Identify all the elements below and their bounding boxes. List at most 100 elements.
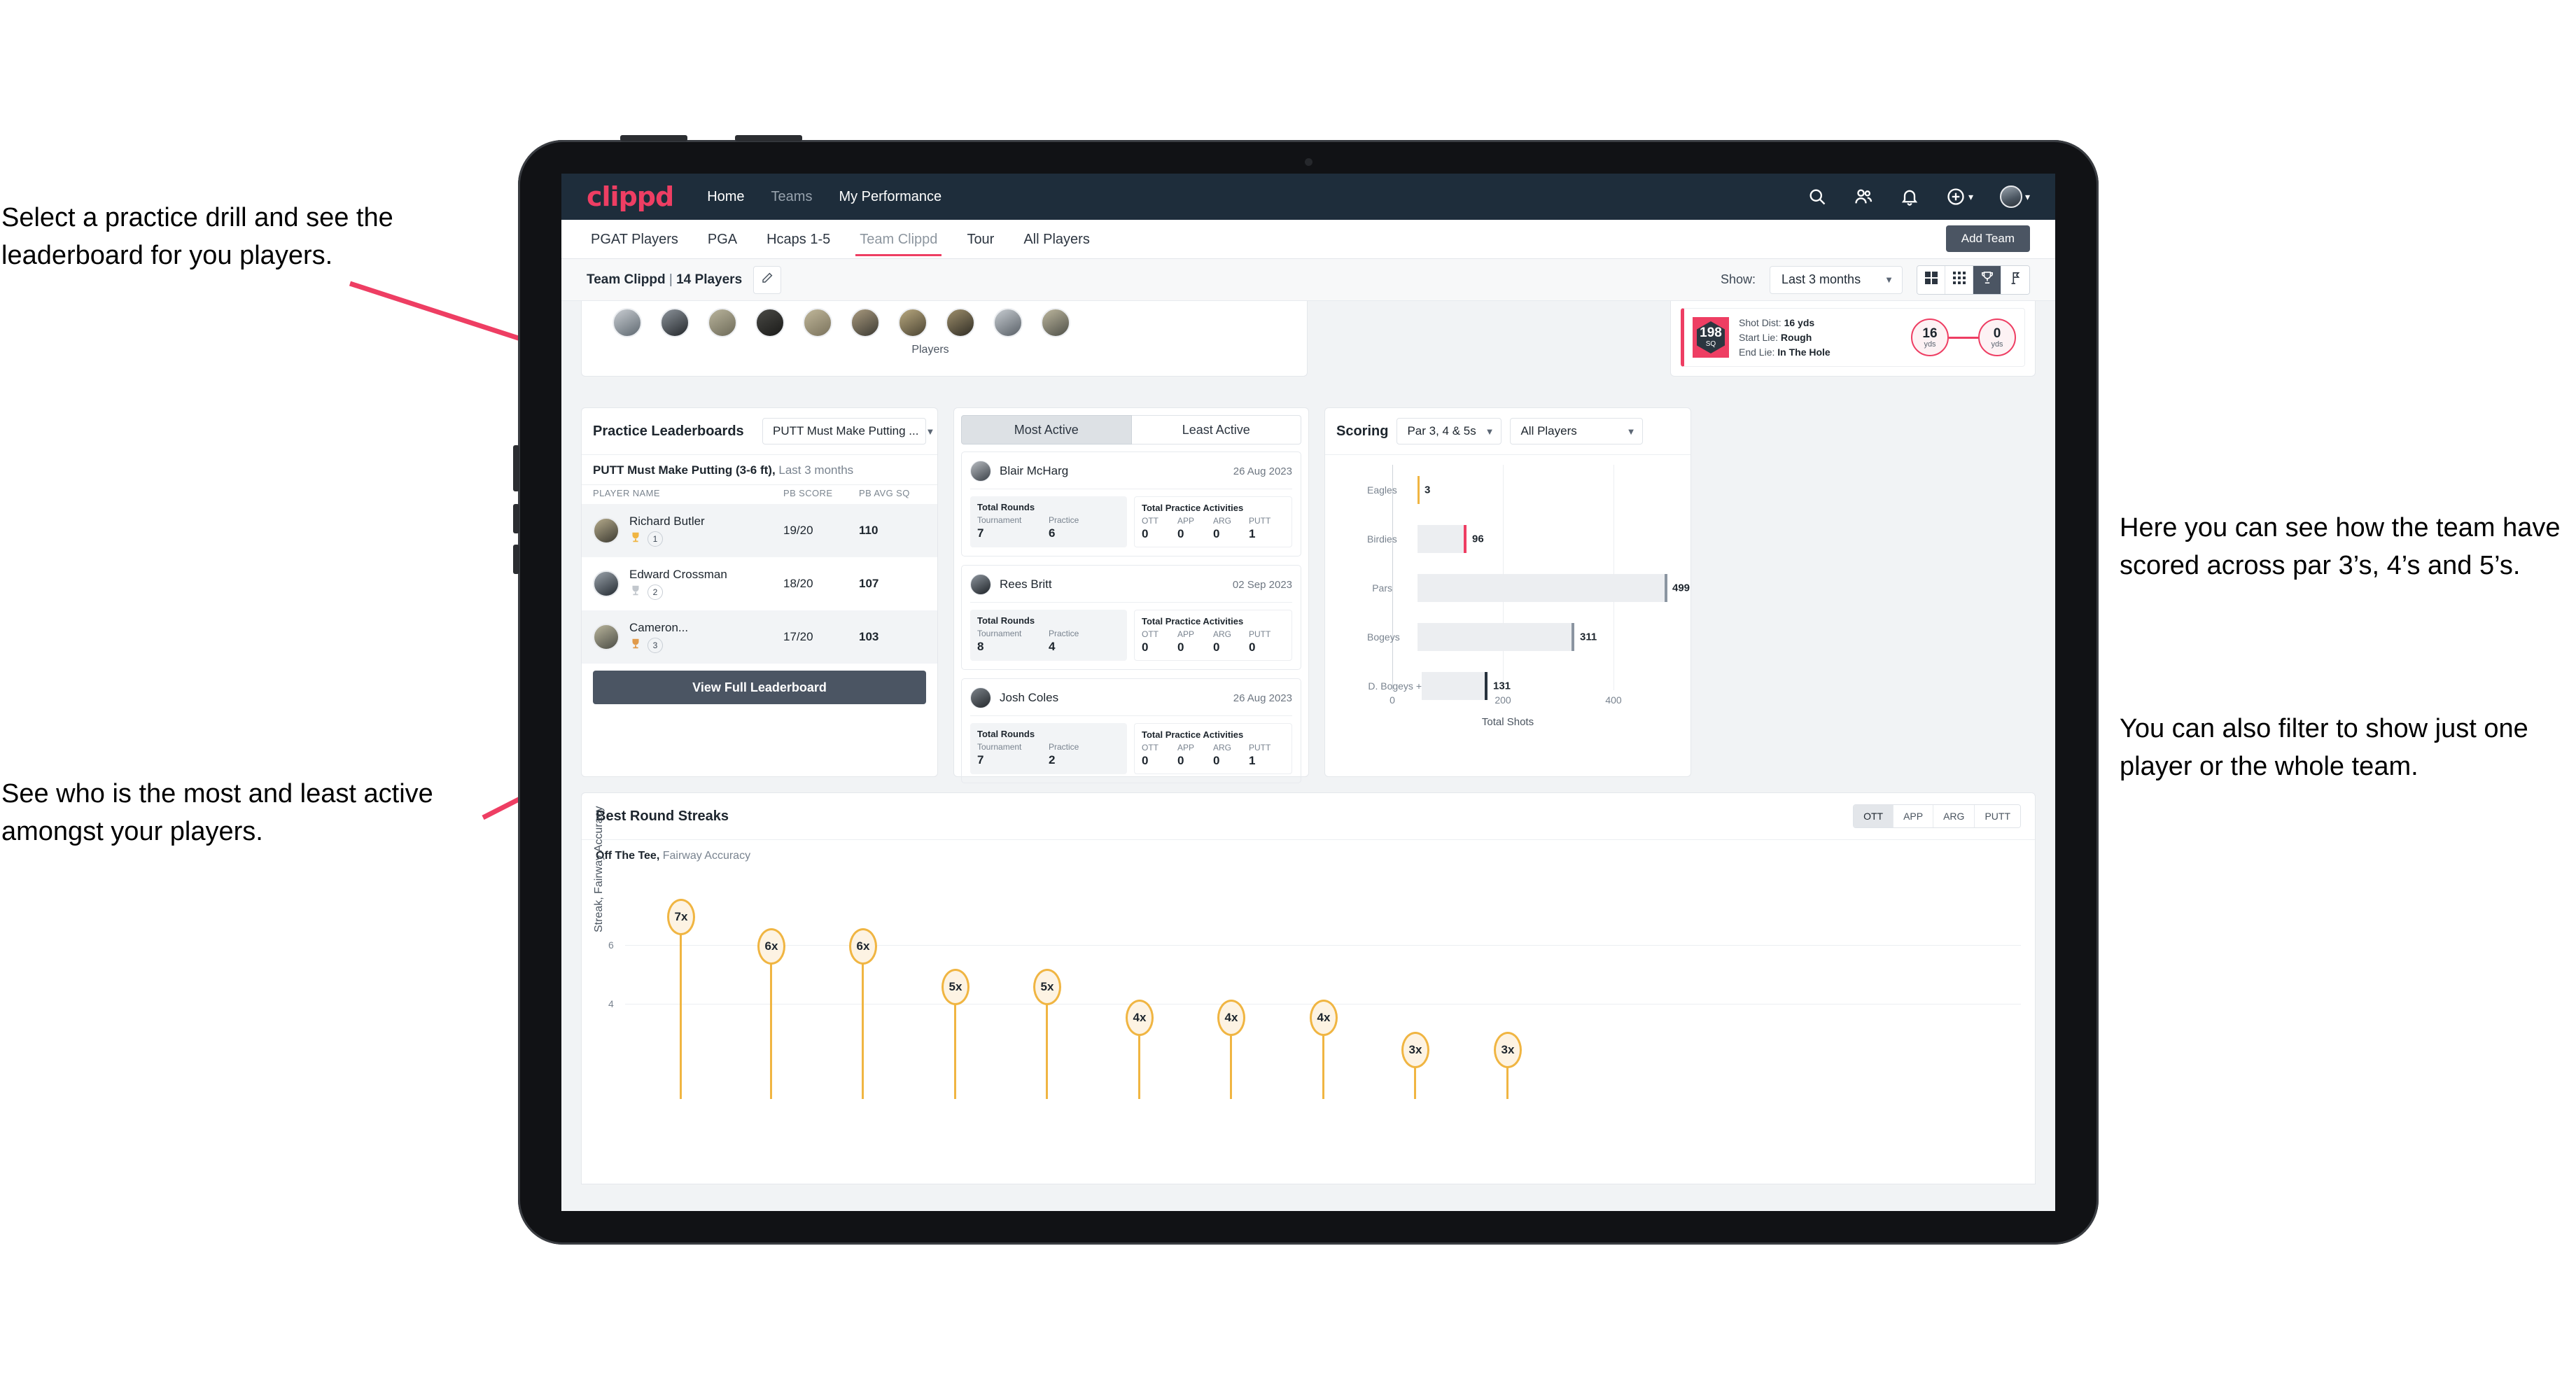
player-name: Rees Britt bbox=[1000, 578, 1052, 591]
bar-value: 311 bbox=[1580, 631, 1597, 643]
view-full-leaderboard-button[interactable]: View Full Leaderboard bbox=[593, 671, 926, 704]
tab-most-active[interactable]: Most Active bbox=[961, 415, 1132, 444]
pb-score-value: 17/20 bbox=[783, 630, 813, 643]
player-avatar[interactable] bbox=[993, 308, 1023, 337]
shot-detail-inner: 198 SQ Shot Dist: 16 yds Start Lie: Roug… bbox=[1681, 308, 2025, 367]
tab-team-clippd[interactable]: Team Clippd bbox=[855, 222, 942, 256]
tab-pgat-players[interactable]: PGAT Players bbox=[587, 222, 682, 256]
shot-dist-line: Shot Dist: 16 yds bbox=[1739, 316, 1830, 330]
bar-fill bbox=[1418, 623, 1573, 651]
streak-bubble[interactable]: 7x bbox=[667, 899, 695, 935]
bar-fill bbox=[1418, 574, 1666, 602]
tab-least-active[interactable]: Least Active bbox=[1131, 415, 1301, 444]
streak-bubble[interactable]: 5x bbox=[1033, 969, 1061, 1005]
player-avatar[interactable] bbox=[708, 308, 737, 337]
chevron-down-icon: ▾ bbox=[2024, 190, 2030, 202]
player-filter-value: All Players bbox=[1520, 424, 1577, 438]
streak-bubble[interactable]: 4x bbox=[1310, 1000, 1338, 1036]
activity-card[interactable]: Blair McHarg 26 Aug 2023 Total Rounds To… bbox=[961, 451, 1301, 556]
nav-link-home[interactable]: Home bbox=[707, 189, 744, 205]
tab-hcaps-1-5[interactable]: Hcaps 1-5 bbox=[762, 222, 834, 256]
shot-dist-label: Shot Dist: bbox=[1739, 316, 1782, 328]
shot-quality-unit: SQ bbox=[1705, 340, 1716, 348]
people-icon[interactable] bbox=[1854, 187, 1873, 206]
segment-arg[interactable]: ARG bbox=[1933, 805, 1975, 827]
bell-icon[interactable] bbox=[1900, 187, 1919, 206]
col-pb-avg-sq: PB AVG SQ bbox=[859, 488, 910, 498]
player-filter-select[interactable]: All Players ▼ bbox=[1510, 418, 1644, 444]
edit-team-button[interactable] bbox=[753, 265, 782, 294]
drill-select[interactable]: PUTT Must Make Putting ... ▼ bbox=[762, 418, 934, 444]
streak-bubble[interactable]: 3x bbox=[1401, 1032, 1429, 1068]
player-avatar[interactable] bbox=[850, 308, 880, 337]
tab-pga[interactable]: PGA bbox=[704, 222, 741, 256]
table-row[interactable]: Cameron... 3 17/20 103 bbox=[582, 610, 937, 664]
practice-value: 4 bbox=[1049, 640, 1056, 653]
par-filter-select[interactable]: Par 3, 4 & 5s ▼ bbox=[1396, 418, 1502, 444]
players-strip: Players bbox=[581, 301, 1308, 377]
shot-yardage-pair: 16 yds 0 yds bbox=[1911, 318, 2016, 356]
period-select[interactable]: Last 3 months ▼ bbox=[1770, 265, 1903, 294]
add-team-button[interactable]: Add Team bbox=[1945, 225, 2030, 252]
view-trophy-button[interactable] bbox=[1973, 265, 2001, 294]
player-name: Blair McHarg bbox=[1000, 464, 1069, 477]
avatar[interactable]: ▾ bbox=[1999, 186, 2030, 208]
team-tabs: PGAT Players PGA Hcaps 1-5 Team Clippd T… bbox=[561, 220, 2055, 259]
activity-card-header: Josh Coles 26 Aug 2023 bbox=[970, 687, 1292, 708]
activity-card-header: Rees Britt 02 Sep 2023 bbox=[970, 574, 1292, 595]
app-value: 0 bbox=[1177, 754, 1184, 767]
tab-all-players[interactable]: All Players bbox=[1019, 222, 1093, 256]
streak-bubble[interactable]: 5x bbox=[941, 969, 969, 1005]
search-icon[interactable] bbox=[1807, 187, 1827, 206]
practice-activities-table: OTT 0 APP 0 ARG bbox=[1142, 516, 1284, 541]
total-rounds-table: Tournament 8 Practice 4 bbox=[977, 629, 1120, 654]
app-stat: APP 0 bbox=[1177, 743, 1213, 768]
putt-value: 1 bbox=[1249, 754, 1256, 767]
clippd-logo[interactable]: clippd bbox=[587, 181, 674, 212]
view-grid-large-button[interactable] bbox=[1917, 265, 1945, 294]
player-avatar[interactable] bbox=[1041, 308, 1070, 337]
nav-link-teams[interactable]: Teams bbox=[771, 189, 813, 205]
practice-label: Practice bbox=[1049, 742, 1079, 752]
player-avatar[interactable] bbox=[755, 308, 785, 337]
total-rounds-table: Tournament 7 Practice 2 bbox=[977, 742, 1120, 767]
player-avatar[interactable] bbox=[612, 308, 642, 337]
avatar bbox=[970, 687, 991, 708]
bar-birdies: Birdies 96 bbox=[1367, 525, 1684, 553]
segment-app[interactable]: APP bbox=[1893, 805, 1934, 827]
practice-stat: Practice 2 bbox=[1049, 742, 1120, 767]
player-avatar[interactable] bbox=[660, 308, 690, 337]
segment-putt[interactable]: PUTT bbox=[1975, 805, 2020, 827]
streak-bubble[interactable]: 6x bbox=[757, 928, 785, 965]
table-row[interactable]: Richard Butler 1 19/20 110 bbox=[582, 504, 937, 557]
view-flag-button[interactable] bbox=[2001, 265, 2029, 294]
tablet-side-button-1 bbox=[513, 445, 519, 491]
ott-label: OTT bbox=[1142, 516, 1158, 526]
team-player-count: 14 Players bbox=[676, 272, 743, 287]
plus-circle-icon[interactable]: ▾ bbox=[1946, 187, 1973, 206]
segment-ott[interactable]: OTT bbox=[1854, 805, 1894, 827]
activity-card[interactable]: Josh Coles 26 Aug 2023 Total Rounds Tour… bbox=[961, 678, 1301, 783]
player-avatar[interactable] bbox=[946, 308, 975, 337]
nav-link-my-performance[interactable]: My Performance bbox=[839, 189, 941, 205]
streak-bubble[interactable]: 6x bbox=[849, 928, 877, 965]
pb-avg-sq-value: 107 bbox=[859, 577, 879, 590]
activity-card[interactable]: Rees Britt 02 Sep 2023 Total Rounds Tour… bbox=[961, 565, 1301, 670]
bar-bogeys: Bogeys 311 bbox=[1367, 623, 1684, 651]
player-avatar[interactable] bbox=[898, 308, 927, 337]
streak-bubble[interactable]: 4x bbox=[1217, 1000, 1245, 1036]
trophy-icon bbox=[1981, 271, 1994, 288]
end-yardage-value: 0 bbox=[1993, 326, 2001, 341]
stem bbox=[1046, 994, 1048, 1099]
tournament-stat: Tournament 8 bbox=[977, 629, 1049, 654]
view-grid-small-button[interactable] bbox=[1945, 265, 1973, 294]
chart-x-label: Total Shots bbox=[1481, 716, 1534, 728]
ott-value: 0 bbox=[1142, 754, 1149, 767]
tab-tour[interactable]: Tour bbox=[962, 222, 998, 256]
streak-bubble[interactable]: 3x bbox=[1494, 1032, 1522, 1068]
table-row[interactable]: Edward Crossman 2 18/20 107 bbox=[582, 557, 937, 610]
leaderboard-column-headers: PLAYER NAME PB SCORE PB AVG SQ bbox=[582, 485, 937, 504]
x-tick-400: 400 bbox=[1605, 694, 1622, 706]
player-avatar[interactable] bbox=[803, 308, 832, 337]
streak-bubble[interactable]: 4x bbox=[1126, 1000, 1154, 1036]
